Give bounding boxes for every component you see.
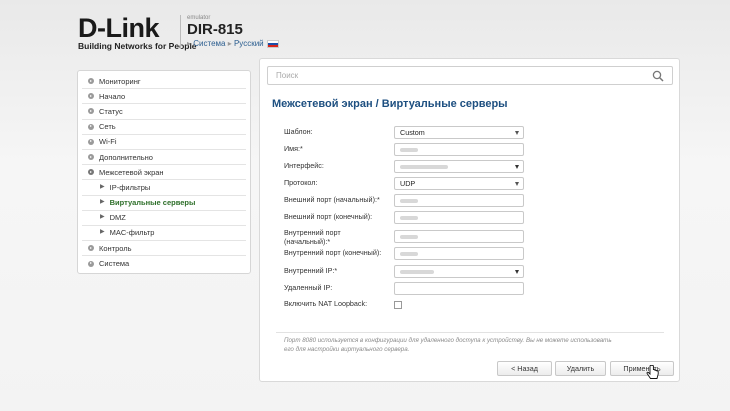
language-link[interactable]: Русский xyxy=(234,39,264,48)
sidebar-item-monitoring[interactable]: Мониторинг xyxy=(82,74,246,90)
ext-port-end-label: Внешний порт (конечный): xyxy=(284,212,373,221)
main-panel: Поиск Межсетевой экран / Виртуальные сер… xyxy=(259,58,680,382)
dropdown-caret-icon xyxy=(515,182,519,186)
ext-port-start-label: Внешний порт (начальный):* xyxy=(284,195,380,204)
header: D-Link Building Networks for People emul… xyxy=(0,0,730,60)
remote-ip-field[interactable] xyxy=(394,282,524,295)
arrow-bullet-icon xyxy=(88,138,94,145)
ext-port-end-field[interactable] xyxy=(394,211,524,224)
template-select[interactable]: Custom xyxy=(394,126,524,139)
hand-cursor-icon xyxy=(646,365,659,379)
triangle-right-icon: ▶ xyxy=(100,199,105,206)
sidebar-item-firewall[interactable]: Межсетевой экран xyxy=(82,165,246,181)
divider xyxy=(276,332,664,333)
triangle-right-icon: ▶ xyxy=(100,214,105,221)
search-placeholder: Поиск xyxy=(276,71,299,80)
sidebar-item-status[interactable]: Статус xyxy=(82,104,246,120)
delete-button[interactable]: Удалить xyxy=(555,361,606,376)
header-crumbs: ▸ Система ▸ Русский xyxy=(187,38,279,50)
sidebar-item-wifi[interactable]: Wi-Fi xyxy=(82,135,246,150)
interface-select[interactable] xyxy=(394,160,524,173)
nat-loopback-label: Включить NAT Loopback: xyxy=(284,299,368,308)
triangle-right-icon: ▶ xyxy=(100,229,105,236)
name-field[interactable] xyxy=(394,143,524,156)
arrow-bullet-icon xyxy=(88,108,94,115)
arrow-bullet-icon xyxy=(88,154,94,161)
dropdown-caret-icon xyxy=(515,270,519,274)
model-info: emulator DIR-815 ▸ Система ▸ Русский xyxy=(180,15,279,49)
internal-ip-combo[interactable] xyxy=(394,265,524,278)
sidebar-item-virtual-servers[interactable]: ▶ Виртуальные серверы xyxy=(82,196,246,211)
system-link[interactable]: Система xyxy=(193,39,225,48)
arrow-bullet-icon xyxy=(88,260,94,267)
int-port-end-field[interactable] xyxy=(394,247,524,260)
sidebar-item-control[interactable]: Контроль xyxy=(82,241,246,257)
sidebar-item-mac-filter[interactable]: ▶ MAC-фильтр xyxy=(82,226,246,242)
remote-ip-label: Удаленный IP: xyxy=(284,283,333,292)
search-icon[interactable] xyxy=(652,70,664,82)
sidebar-item-start[interactable]: Начало xyxy=(82,89,246,105)
sidebar-item-dmz[interactable]: ▶ DMZ xyxy=(82,211,246,226)
brand-name: D-Link xyxy=(78,13,159,43)
protocol-label: Протокол: xyxy=(284,178,318,187)
search-input[interactable]: Поиск xyxy=(267,66,673,85)
sidebar: Мониторинг Начало Статус Сеть Wi-Fi Допо… xyxy=(77,70,251,274)
back-button[interactable]: < Назад xyxy=(497,361,552,376)
protocol-select[interactable]: UDP xyxy=(394,177,524,190)
name-label: Имя:* xyxy=(284,144,303,153)
nat-loopback-checkbox[interactable] xyxy=(394,301,402,309)
ext-port-start-field[interactable] xyxy=(394,194,524,207)
arrow-bullet-icon xyxy=(88,78,94,85)
arrow-down-bullet-icon xyxy=(88,169,94,176)
dropdown-caret-icon xyxy=(515,131,519,135)
dlink-logo[interactable]: D-Link Building Networks for People xyxy=(78,14,197,51)
russia-flag-icon[interactable] xyxy=(266,39,279,48)
int-port-start-field[interactable] xyxy=(394,230,524,243)
dropdown-caret-icon xyxy=(515,165,519,169)
int-port-end-label: Внутренний порт (конечный): xyxy=(284,248,382,257)
arrow-bullet-icon xyxy=(88,123,94,130)
sidebar-item-network[interactable]: Сеть xyxy=(82,120,246,135)
sidebar-item-advanced[interactable]: Дополнительно xyxy=(82,150,246,166)
sidebar-item-ip-filters[interactable]: ▶ IP-фильтры xyxy=(82,180,246,196)
arrow-bullet-icon xyxy=(88,245,94,252)
triangle-right-icon: ▶ xyxy=(100,183,105,190)
page-title: Межсетевой экран / Виртуальные серверы xyxy=(272,98,508,110)
arrow-bullet-icon xyxy=(88,93,94,100)
brand-tagline: Building Networks for People xyxy=(78,41,197,51)
internal-ip-label: Внутренний IP:* xyxy=(284,266,338,275)
int-port-start-label: Внутренний порт (начальный):* xyxy=(284,228,341,246)
apply-button[interactable]: Применить xyxy=(610,361,674,376)
template-label: Шаблон: xyxy=(284,127,313,136)
sidebar-item-system[interactable]: Система xyxy=(82,256,246,271)
interface-label: Интерфейс: xyxy=(284,161,324,170)
port-note: Порт 8080 используется в конфигурации дл… xyxy=(284,337,612,353)
model-name: DIR-815 xyxy=(187,21,243,38)
